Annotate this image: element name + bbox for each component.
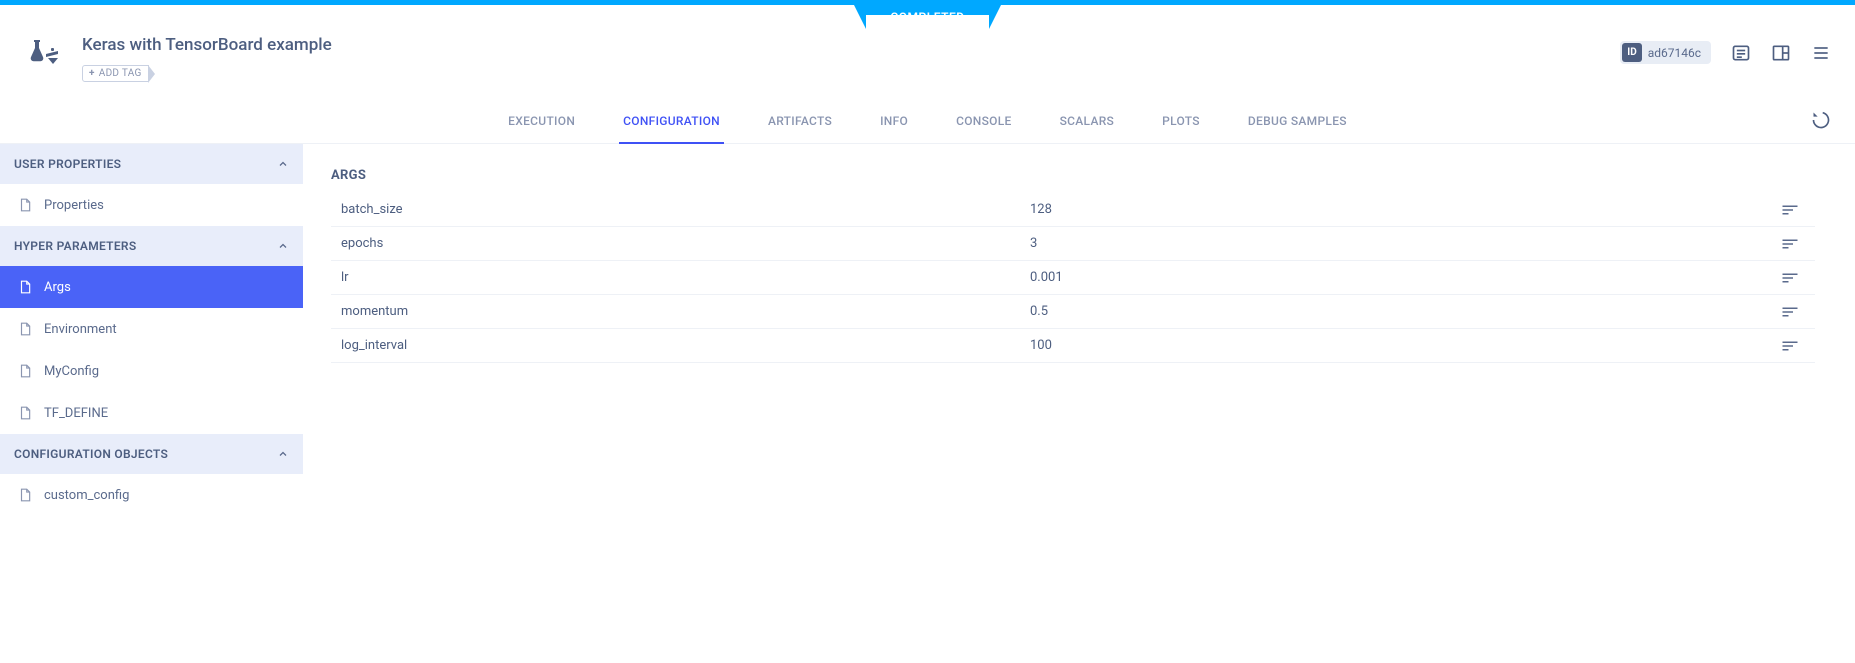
file-icon — [18, 321, 32, 337]
sidebar: USER PROPERTIES Properties HYPER PARAMET… — [0, 144, 303, 516]
sidebar-group-hyper-parameters[interactable]: HYPER PARAMETERS — [0, 226, 303, 266]
add-tag-label: ADD TAG — [99, 68, 142, 79]
sidebar-item-label: Environment — [44, 322, 117, 337]
param-key: epochs — [335, 236, 1030, 251]
tab-artifacts[interactable]: ARTIFACTS — [764, 100, 836, 144]
param-key: momentum — [335, 304, 1030, 319]
sidebar-group-label: CONFIGURATION OBJECTS — [14, 447, 168, 461]
param-row: lr 0.001 — [331, 261, 1815, 295]
page-title: Keras with TensorBoard example — [82, 35, 332, 55]
status-chip: COMPLETED — [866, 5, 988, 15]
plus-icon: + — [89, 68, 95, 79]
chevron-up-icon — [277, 158, 289, 170]
sidebar-group-config-objects[interactable]: CONFIGURATION OBJECTS — [0, 434, 303, 474]
tab-plots[interactable]: PLOTS — [1158, 100, 1204, 144]
file-icon — [18, 405, 32, 421]
header-left: Keras with TensorBoard example + ADD TAG — [24, 35, 1620, 82]
title-block: Keras with TensorBoard example + ADD TAG — [82, 35, 332, 82]
sidebar-item-custom-config[interactable]: custom_config — [0, 474, 303, 516]
sidebar-item-label: Args — [44, 280, 71, 295]
tabs: EXECUTION CONFIGURATION ARTIFACTS INFO C… — [0, 100, 1855, 144]
sort-icon[interactable] — [1781, 340, 1811, 352]
param-value: 0.5 — [1030, 304, 1781, 319]
tab-scalars[interactable]: SCALARS — [1056, 100, 1119, 144]
sidebar-group-user-properties[interactable]: USER PROPERTIES — [0, 144, 303, 184]
section-title: ARGS — [331, 168, 1815, 183]
sort-icon[interactable] — [1781, 272, 1811, 284]
notes-icon[interactable] — [1731, 43, 1751, 63]
sidebar-item-label: Properties — [44, 198, 104, 213]
tab-debug-samples[interactable]: DEBUG SAMPLES — [1244, 100, 1351, 144]
sidebar-item-properties[interactable]: Properties — [0, 184, 303, 226]
param-key: lr — [335, 270, 1030, 285]
chevron-up-icon — [277, 448, 289, 460]
file-icon — [18, 363, 32, 379]
sidebar-group-label: USER PROPERTIES — [14, 157, 121, 171]
file-icon — [18, 197, 32, 213]
layout-icon[interactable] — [1771, 43, 1791, 63]
param-row: log_interval 100 — [331, 329, 1815, 363]
id-badge-value: ad67146c — [1644, 46, 1711, 60]
add-tag-button[interactable]: + ADD TAG — [82, 65, 149, 82]
param-value: 0.001 — [1030, 270, 1781, 285]
id-badge[interactable]: ID ad67146c — [1620, 41, 1711, 64]
param-row: epochs 3 — [331, 227, 1815, 261]
refresh-icon[interactable] — [1811, 110, 1831, 130]
tab-execution[interactable]: EXECUTION — [504, 100, 579, 144]
param-value: 128 — [1030, 202, 1781, 217]
sidebar-item-tf-define[interactable]: TF_DEFINE — [0, 392, 303, 434]
sidebar-group-label: HYPER PARAMETERS — [14, 239, 136, 253]
sort-icon[interactable] — [1781, 204, 1811, 216]
tab-console[interactable]: CONSOLE — [952, 100, 1016, 144]
param-value: 100 — [1030, 338, 1781, 353]
body: USER PROPERTIES Properties HYPER PARAMET… — [0, 144, 1855, 516]
file-icon — [18, 487, 32, 503]
tab-configuration[interactable]: CONFIGURATION — [619, 100, 724, 144]
id-badge-label: ID — [1622, 43, 1641, 62]
header-right: ID ad67146c — [1620, 35, 1831, 64]
file-icon — [18, 279, 32, 295]
sidebar-item-args[interactable]: Args — [0, 266, 303, 308]
sort-icon[interactable] — [1781, 238, 1811, 250]
param-row: batch_size 128 — [331, 193, 1815, 227]
tab-info[interactable]: INFO — [876, 100, 912, 144]
param-key: log_interval — [335, 338, 1030, 353]
chevron-up-icon — [277, 240, 289, 252]
sort-icon[interactable] — [1781, 306, 1811, 318]
param-key: batch_size — [335, 202, 1030, 217]
param-value: 3 — [1030, 236, 1781, 251]
sidebar-item-environment[interactable]: Environment — [0, 308, 303, 350]
param-row: momentum 0.5 — [331, 295, 1815, 329]
sidebar-item-label: custom_config — [44, 488, 129, 503]
sidebar-item-label: TF_DEFINE — [44, 406, 108, 421]
sidebar-item-myconfig[interactable]: MyConfig — [0, 350, 303, 392]
sidebar-item-label: MyConfig — [44, 364, 99, 379]
experiment-icon — [24, 35, 64, 71]
content: ARGS batch_size 128 epochs 3 lr 0.001 mo… — [303, 144, 1855, 516]
menu-icon[interactable] — [1811, 43, 1831, 63]
